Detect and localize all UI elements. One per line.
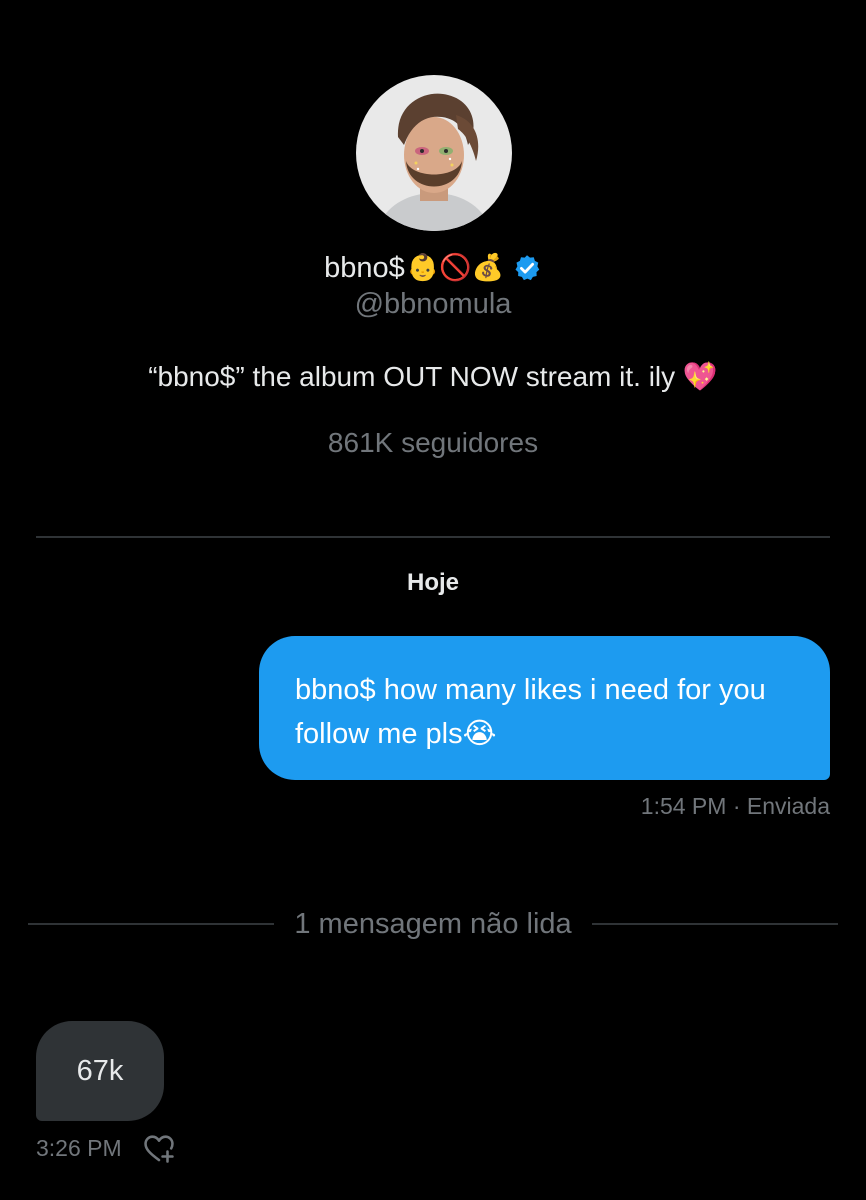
date-separator: Hoje: [406, 569, 459, 596]
unread-separator: 1 mensagem não lida: [28, 902, 839, 946]
verified-badge-icon: [512, 253, 542, 283]
unread-line-left: [28, 923, 275, 925]
heart-add-icon[interactable]: [142, 1131, 176, 1165]
name-emojis: 👶🚫💰: [406, 253, 504, 283]
sent-message-bubble[interactable]: bbno$ how many likes i need for you foll…: [259, 636, 830, 780]
received-message-text: 67k: [76, 1054, 124, 1087]
divider: [36, 536, 830, 538]
unread-label: 1 mensagem não lida: [294, 907, 572, 940]
profile-name-row[interactable]: bbno$ 👶🚫💰: [0, 246, 866, 290]
profile-handle: @bbnomula: [354, 288, 512, 320]
avatar[interactable]: [356, 75, 512, 231]
sent-message-text: bbno$ how many likes i need for you foll…: [295, 674, 766, 750]
received-message-time: 3:26 PM: [36, 1134, 122, 1161]
unread-line-right: [591, 923, 839, 925]
received-message-meta: 3:26 PM: [36, 1130, 176, 1166]
received-message-bubble[interactable]: 67k: [36, 1021, 164, 1121]
display-name: bbno$: [324, 251, 405, 284]
profile-bio: “bbno$” the album OUT NOW stream it. ily…: [148, 361, 718, 392]
followers-count[interactable]: 861K seguidores: [0, 427, 866, 459]
sent-message-meta: 1:54 PM · Enviada: [640, 793, 830, 819]
